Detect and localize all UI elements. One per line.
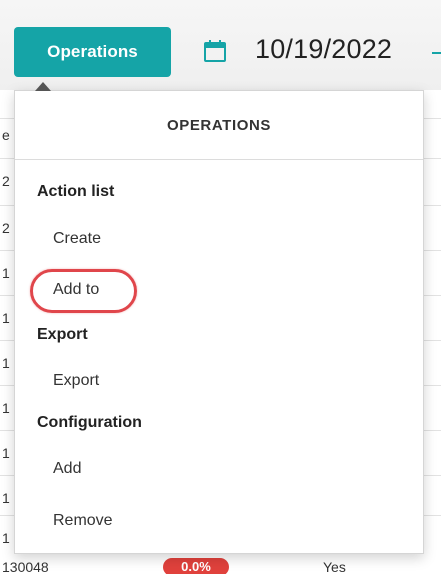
date-range-separator bbox=[432, 52, 441, 54]
dropdown-title: OPERATIONS bbox=[15, 91, 423, 160]
operations-button[interactable]: Operations bbox=[14, 27, 171, 77]
toolbar: Operations 10/19/2022 bbox=[0, 0, 441, 90]
table-cell: 1 bbox=[2, 265, 10, 281]
menu-item-export[interactable]: Export bbox=[53, 372, 99, 390]
table-cell: 2 bbox=[2, 220, 10, 236]
section-title-configuration: Configuration bbox=[37, 414, 142, 431]
status-badge: 0.0% bbox=[163, 558, 229, 574]
highlight-annotation bbox=[30, 269, 137, 313]
table-row[interactable]: 130048 0.0% Yes bbox=[0, 558, 441, 574]
row-id: 130048 bbox=[2, 559, 49, 574]
section-title-action-list: Action list bbox=[37, 183, 115, 200]
date-display[interactable]: 10/19/2022 bbox=[255, 34, 392, 65]
menu-item-add[interactable]: Add bbox=[53, 460, 81, 478]
table-cell: 1 bbox=[2, 445, 10, 461]
menu-item-remove[interactable]: Remove bbox=[53, 512, 113, 530]
operations-dropdown: OPERATIONS Action list Create Add to Exp… bbox=[14, 82, 424, 554]
section-title-export: Export bbox=[37, 326, 88, 343]
table-cell: 1 bbox=[2, 490, 10, 506]
table-cell: 1 bbox=[2, 310, 10, 326]
table-cell: 2 bbox=[2, 173, 10, 189]
menu-item-create[interactable]: Create bbox=[53, 230, 101, 248]
table-cell: 1 bbox=[2, 355, 10, 371]
row-flag: Yes bbox=[323, 559, 346, 574]
table-cell: 1 bbox=[2, 530, 10, 546]
dropdown-caret-icon bbox=[35, 82, 51, 91]
calendar-icon[interactable] bbox=[203, 39, 227, 63]
table-cell: 1 bbox=[2, 400, 10, 416]
table-header-cell: e bbox=[2, 127, 10, 143]
